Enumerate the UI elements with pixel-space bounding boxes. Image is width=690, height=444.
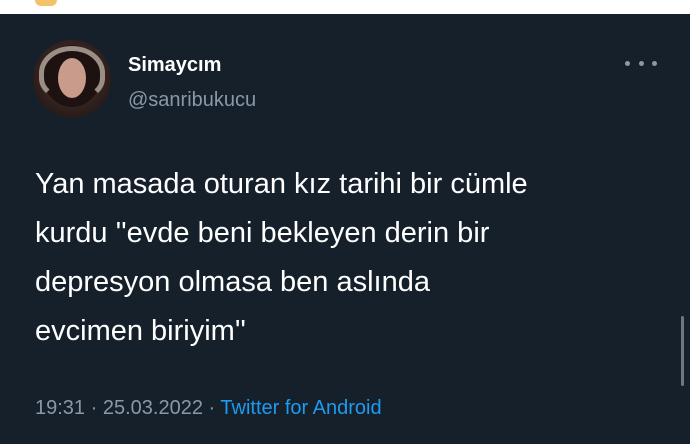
tweet-date[interactable]: 25.03.2022 — [103, 397, 203, 419]
user-handle[interactable]: @sanribukucu — [128, 89, 256, 112]
tweet-text-line: depresyon olmasa ben aslında — [35, 266, 430, 298]
tweet-text-line: kurdu ''evde beni bekleyen derin bir — [35, 217, 490, 249]
tweet-text-line: Yan masada oturan kız tarihi bir cümle — [35, 168, 528, 200]
more-dot — [638, 60, 644, 66]
more-dot — [625, 60, 630, 66]
tweet-time[interactable]: 19:31 — [35, 397, 85, 419]
avatar-headscarf — [39, 46, 105, 100]
meta-separator: · — [208, 397, 216, 419]
tweet-text-line: evcimen biriyim'' — [35, 315, 246, 347]
top-emoji-fragment — [35, 0, 57, 6]
top-strip — [0, 0, 690, 14]
scrollbar[interactable] — [681, 316, 684, 386]
more-options-icon[interactable] — [625, 54, 657, 72]
avatar[interactable] — [33, 40, 111, 118]
tweet-metadata: 19:31 · 25.03.2022 · Twitter for Android — [35, 397, 382, 420]
more-dot — [652, 60, 657, 66]
display-name[interactable]: Simaycım — [128, 54, 221, 77]
meta-separator: · — [90, 397, 98, 419]
tweet-source-link[interactable]: Twitter for Android — [220, 397, 381, 419]
tweet-text: Yan masada oturan kız tarihi bir cümle k… — [35, 160, 670, 356]
